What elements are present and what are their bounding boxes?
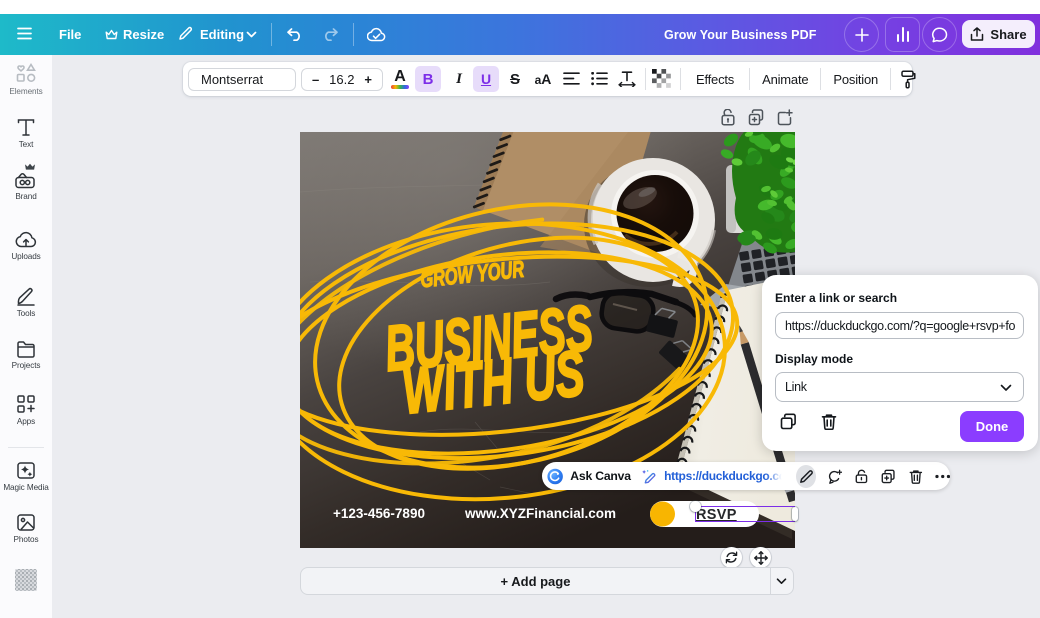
svg-text:+123-456-7890: +123-456-7890 <box>333 506 425 521</box>
svg-text:www.XYZFinancial.com: www.XYZFinancial.com <box>464 506 616 521</box>
